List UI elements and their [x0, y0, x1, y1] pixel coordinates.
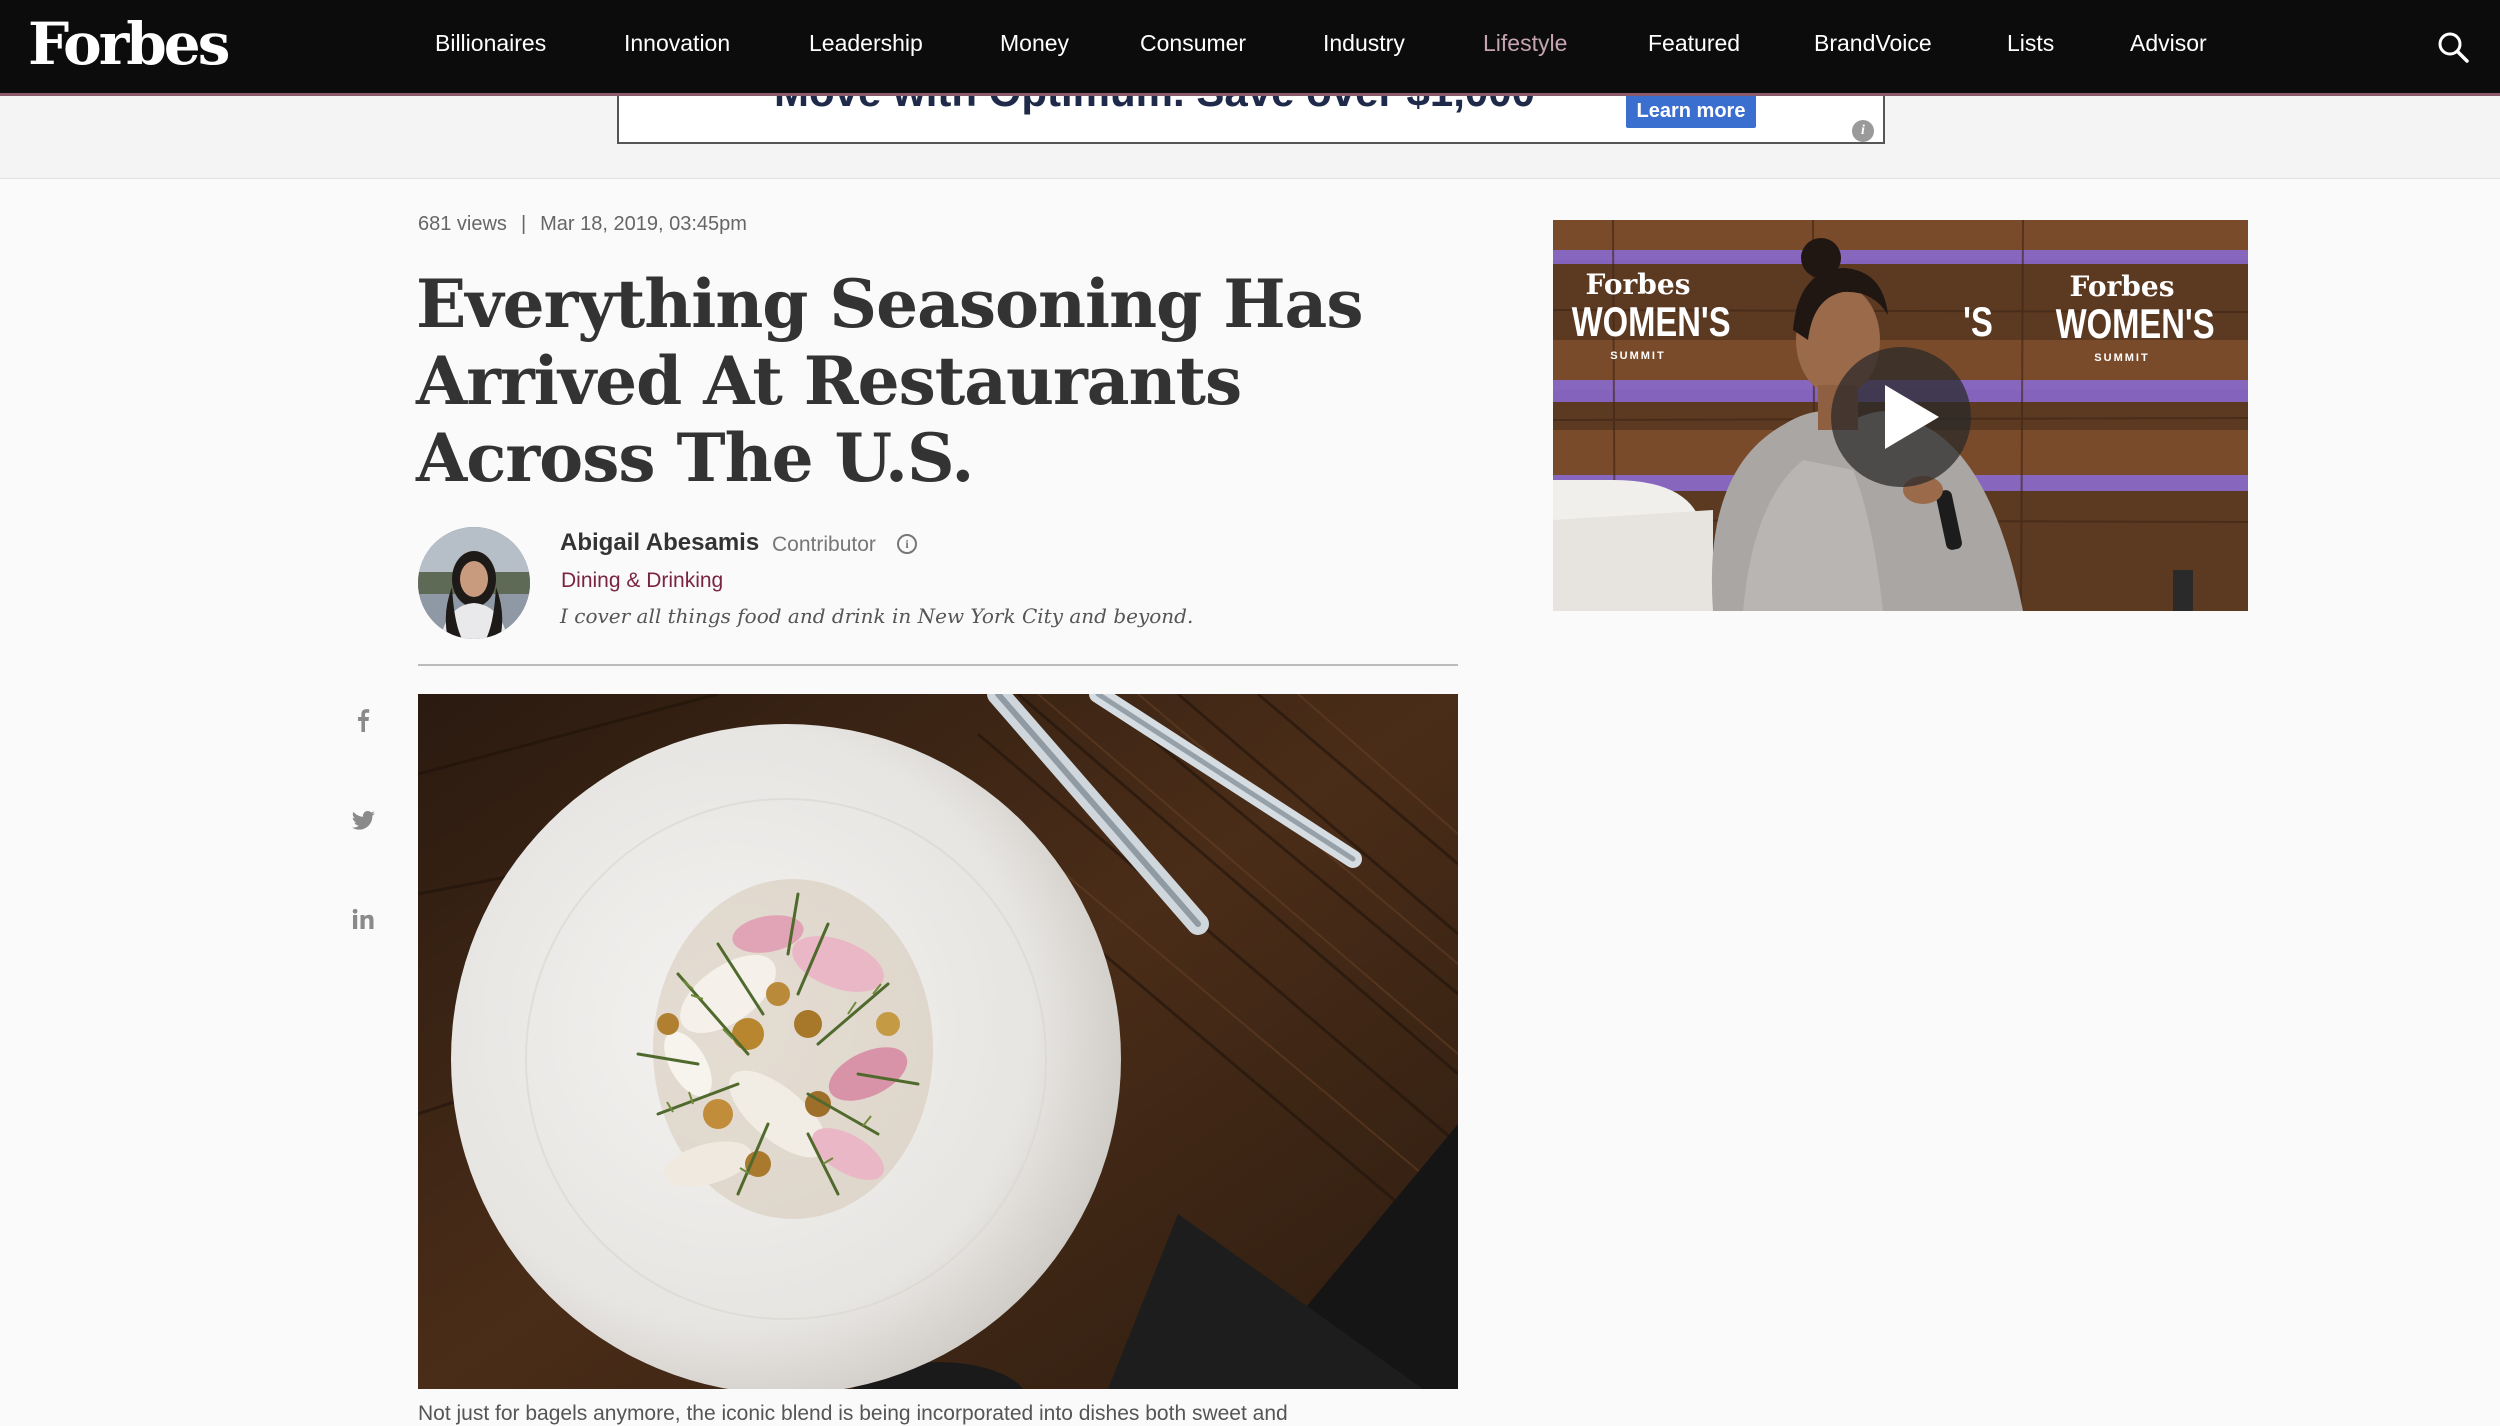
article-title: Everything Seasoning Has Arrived At Rest… [416, 265, 1363, 497]
article-meta: 681 views | Mar 18, 2019, 03:45pm [418, 213, 747, 236]
nav-item-money[interactable]: Money [1000, 30, 1069, 57]
video-brand-title-right: WOMEN'S [2055, 300, 2215, 347]
search-icon[interactable] [2436, 30, 2470, 64]
video-brand-forbes: Forbes [1585, 268, 1691, 301]
video-player[interactable]: Forbes WOMEN'S SUMMIT 'S Forbes WOMEN'S … [1553, 220, 2248, 611]
ad-headline: Move with Optimum. Save over $1,000 [774, 96, 1535, 116]
nav-item-consumer[interactable]: Consumer [1140, 30, 1246, 57]
video-brand-panel-middle: 'S [1933, 270, 2023, 344]
nav-item-leadership[interactable]: Leadership [809, 30, 923, 57]
author-role: Contributor [772, 533, 876, 556]
ad-banner-area: Move with Optimum. Save over $1,000 Lear… [0, 96, 2500, 179]
info-icon[interactable]: i [897, 534, 917, 554]
video-brand-panel-right: Forbes WOMEN'S SUMMIT [2037, 270, 2215, 365]
nav-item-industry[interactable]: Industry [1323, 30, 1405, 57]
nav-item-innovation[interactable]: Innovation [624, 30, 730, 57]
video-brand-forbes-right: Forbes [2069, 270, 2175, 303]
author-name[interactable]: Abigail Abesamis [560, 529, 759, 557]
meta-separator: | [520, 213, 527, 235]
ad-learn-more-button[interactable]: Learn more [1626, 96, 1756, 128]
facebook-icon[interactable] [345, 702, 381, 738]
author-topic-link[interactable]: Dining & Drinking [561, 569, 723, 593]
top-navigation: Forbes Billionaires Innovation Leadershi… [0, 0, 2500, 96]
nav-item-featured[interactable]: Featured [1648, 30, 1740, 57]
author-bio: I cover all things food and drink in New… [560, 604, 1194, 628]
ad-banner[interactable]: Move with Optimum. Save over $1,000 Lear… [617, 96, 1885, 144]
video-brand-title: WOMEN'S [1571, 298, 1731, 345]
forbes-logo[interactable]: Forbes [28, 10, 230, 78]
image-caption: Not just for bagels anymore, the iconic … [418, 1402, 1288, 1425]
video-brand-title-fragment: 'S [1963, 298, 1993, 344]
video-brand-subtitle-right: SUMMIT [2094, 352, 2150, 364]
nav-item-billionaires[interactable]: Billionaires [435, 30, 546, 57]
video-brand-panel-left: Forbes WOMEN'S SUMMIT [1553, 268, 1731, 363]
hero-image [418, 694, 1458, 1389]
nav-item-lifestyle[interactable]: Lifestyle [1483, 30, 1567, 57]
divider [418, 664, 1458, 666]
view-count: 681 views [418, 213, 507, 235]
author-avatar[interactable] [418, 527, 530, 639]
nav-item-lists[interactable]: Lists [2007, 30, 2054, 57]
linkedin-icon[interactable] [345, 902, 381, 938]
play-icon[interactable] [1831, 347, 1971, 487]
twitter-icon[interactable] [345, 802, 381, 838]
ad-info-icon[interactable]: i [1852, 120, 1874, 142]
nav-item-advisor[interactable]: Advisor [2130, 30, 2207, 57]
video-brand-subtitle: SUMMIT [1610, 350, 1666, 362]
publish-date: Mar 18, 2019, 03:45pm [540, 213, 747, 235]
nav-item-brandvoice[interactable]: BrandVoice [1814, 30, 1932, 57]
